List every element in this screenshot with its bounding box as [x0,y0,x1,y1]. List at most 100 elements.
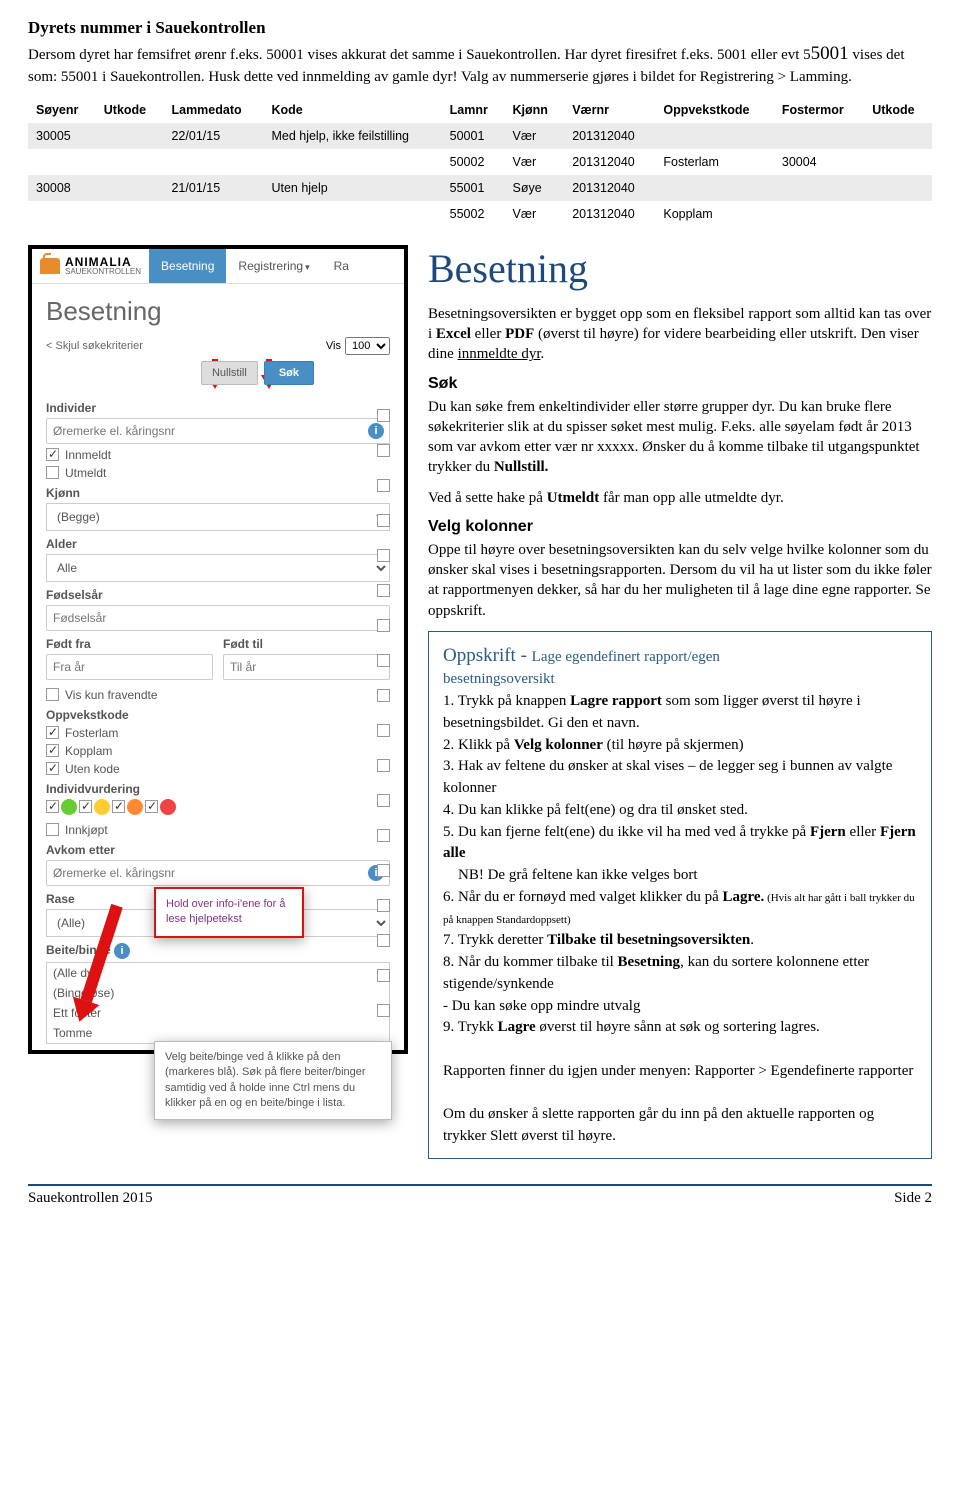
table-cell: 201312040 [564,149,655,175]
table-cell [655,123,774,149]
vis-select[interactable]: 100 [345,337,390,355]
table-cell: 201312040 [564,123,655,149]
checkbox-smiley[interactable] [46,800,59,813]
callout-beite-help: Velg beite/binge ved å klikke på den (ma… [154,1041,392,1121]
checkbox-utenkode[interactable] [46,762,59,775]
footer-right: Side 2 [894,1190,932,1207]
table-cell [864,149,932,175]
row-checkbox[interactable] [377,829,390,842]
row-checkbox[interactable] [377,689,390,702]
label-utenkode: Uten kode [65,762,120,776]
row-checkbox[interactable] [377,654,390,667]
recipe-step-4: 4. Du kan klikke på felt(ene) og dra til… [443,800,917,822]
table-cell: Med hjelp, ikke feilstilling [263,123,441,149]
kjonn-select[interactable]: (Begge) [46,503,390,531]
subheading-velg-kolonner: Velg kolonner [428,518,932,536]
checkbox-kopplam[interactable] [46,744,59,757]
logo-icon [40,258,60,274]
table-header: Fostermor [774,97,864,123]
recipe-step-5-nb: NB! De grå feltene kan ikke velges bort [443,865,917,887]
row-checkbox[interactable] [377,864,390,877]
recipe-step-8: 8. Når du kommer tilbake til Besetning, … [443,952,917,996]
utmeldt-paragraph: Ved å sette hake på Utmeldt får man opp … [428,488,932,508]
smiley-orange-icon [127,799,143,815]
checkbox-smiley[interactable] [112,800,125,813]
table-cell: Uten hjelp [263,175,441,201]
table-cell [263,201,441,227]
table-cell: 30005 [28,123,96,149]
hide-criteria-link[interactable]: < Skjul søkekriterier [46,340,143,352]
table-header: Søyenr [28,97,96,123]
avkom-input[interactable] [46,860,390,886]
table-cell: 50001 [442,123,505,149]
table-cell [28,149,96,175]
table-cell: 55002 [442,201,505,227]
table-header: Utkode [864,97,932,123]
nullstill-button[interactable]: Nullstill [201,361,258,385]
table-cell: Vær [505,123,565,149]
tab-registrering[interactable]: Registrering▾ [226,249,321,283]
table-cell [655,175,774,201]
smiley-filter[interactable] [46,799,390,815]
fra-input[interactable] [46,654,213,680]
checkbox-fravendte[interactable] [46,688,59,701]
checkbox-innmeldt[interactable] [46,448,59,461]
table-cell: 201312040 [564,201,655,227]
table-cell: 30004 [774,149,864,175]
row-checkbox[interactable] [377,899,390,912]
table-cell [864,201,932,227]
table-cell: Vær [505,201,565,227]
row-checkbox[interactable] [377,409,390,422]
besetning-intro: Besetningsoversikten er bygget opp som e… [428,304,932,365]
vis-select-wrap: Vis 100 [326,337,390,355]
tab-besetning[interactable]: Besetning [149,249,226,283]
logo-subtext: SAUEKONTROLLEN [65,267,141,276]
row-checkbox[interactable] [377,549,390,562]
label-avkom: Avkom etter [46,843,390,857]
table-cell [864,123,932,149]
table-cell [774,201,864,227]
table-cell: Kopplam [655,201,774,227]
table-header: Utkode [96,97,164,123]
row-checkbox[interactable] [377,584,390,597]
table-cell: 50002 [442,149,505,175]
table-header: Lammedato [163,97,263,123]
label-oppvekstkode: Oppvekstkode [46,708,390,722]
table-row: 3000522/01/15Med hjelp, ikke feilstillin… [28,123,932,149]
alder-select[interactable]: Alle [46,554,390,582]
row-checkbox[interactable] [377,969,390,982]
label-fodt-til: Født til [223,637,390,651]
footer-left: Sauekontrollen 2015 [28,1190,153,1207]
row-checkbox[interactable] [377,794,390,807]
checkbox-smiley[interactable] [145,800,158,813]
fodselsaar-input[interactable] [46,605,390,631]
recipe-step-5: 5. Du kan fjerne felt(ene) du ikke vil h… [443,822,917,866]
checkbox-fosterlam[interactable] [46,726,59,739]
checkbox-utmeldt[interactable] [46,466,59,479]
til-input[interactable] [223,654,390,680]
tab-rapporter-cut[interactable]: Ra [322,249,361,283]
subheading-sok: Søk [428,375,932,393]
table-header: Lamnr [442,97,505,123]
sok-button[interactable]: Søk [264,361,314,385]
table-cell: Fosterlam [655,149,774,175]
label-individvurdering: Individvurdering [46,782,390,796]
row-checkbox[interactable] [377,479,390,492]
row-checkbox[interactable] [377,759,390,772]
label-fodselsaar: Fødselsår [46,588,390,602]
checkbox-innkjopt[interactable] [46,823,59,836]
row-checkbox[interactable] [377,444,390,457]
list-item[interactable]: Tomme [47,1023,389,1043]
row-checkbox[interactable] [377,514,390,527]
table-cell [774,123,864,149]
recipe-subtitle-b: besetningsoversikt [443,669,917,691]
row-checkbox[interactable] [377,1004,390,1017]
recipe-step-7: 7. Trykk deretter Tilbake til besetnings… [443,930,917,952]
row-checkbox[interactable] [377,724,390,737]
recipe-step-2: 2. Klikk på Velg kolonner (til høyre på … [443,735,917,757]
row-checkbox[interactable] [377,934,390,947]
checkbox-smiley[interactable] [79,800,92,813]
row-checkbox[interactable] [377,619,390,632]
table-cell [28,201,96,227]
oremerke-input[interactable] [46,418,390,444]
